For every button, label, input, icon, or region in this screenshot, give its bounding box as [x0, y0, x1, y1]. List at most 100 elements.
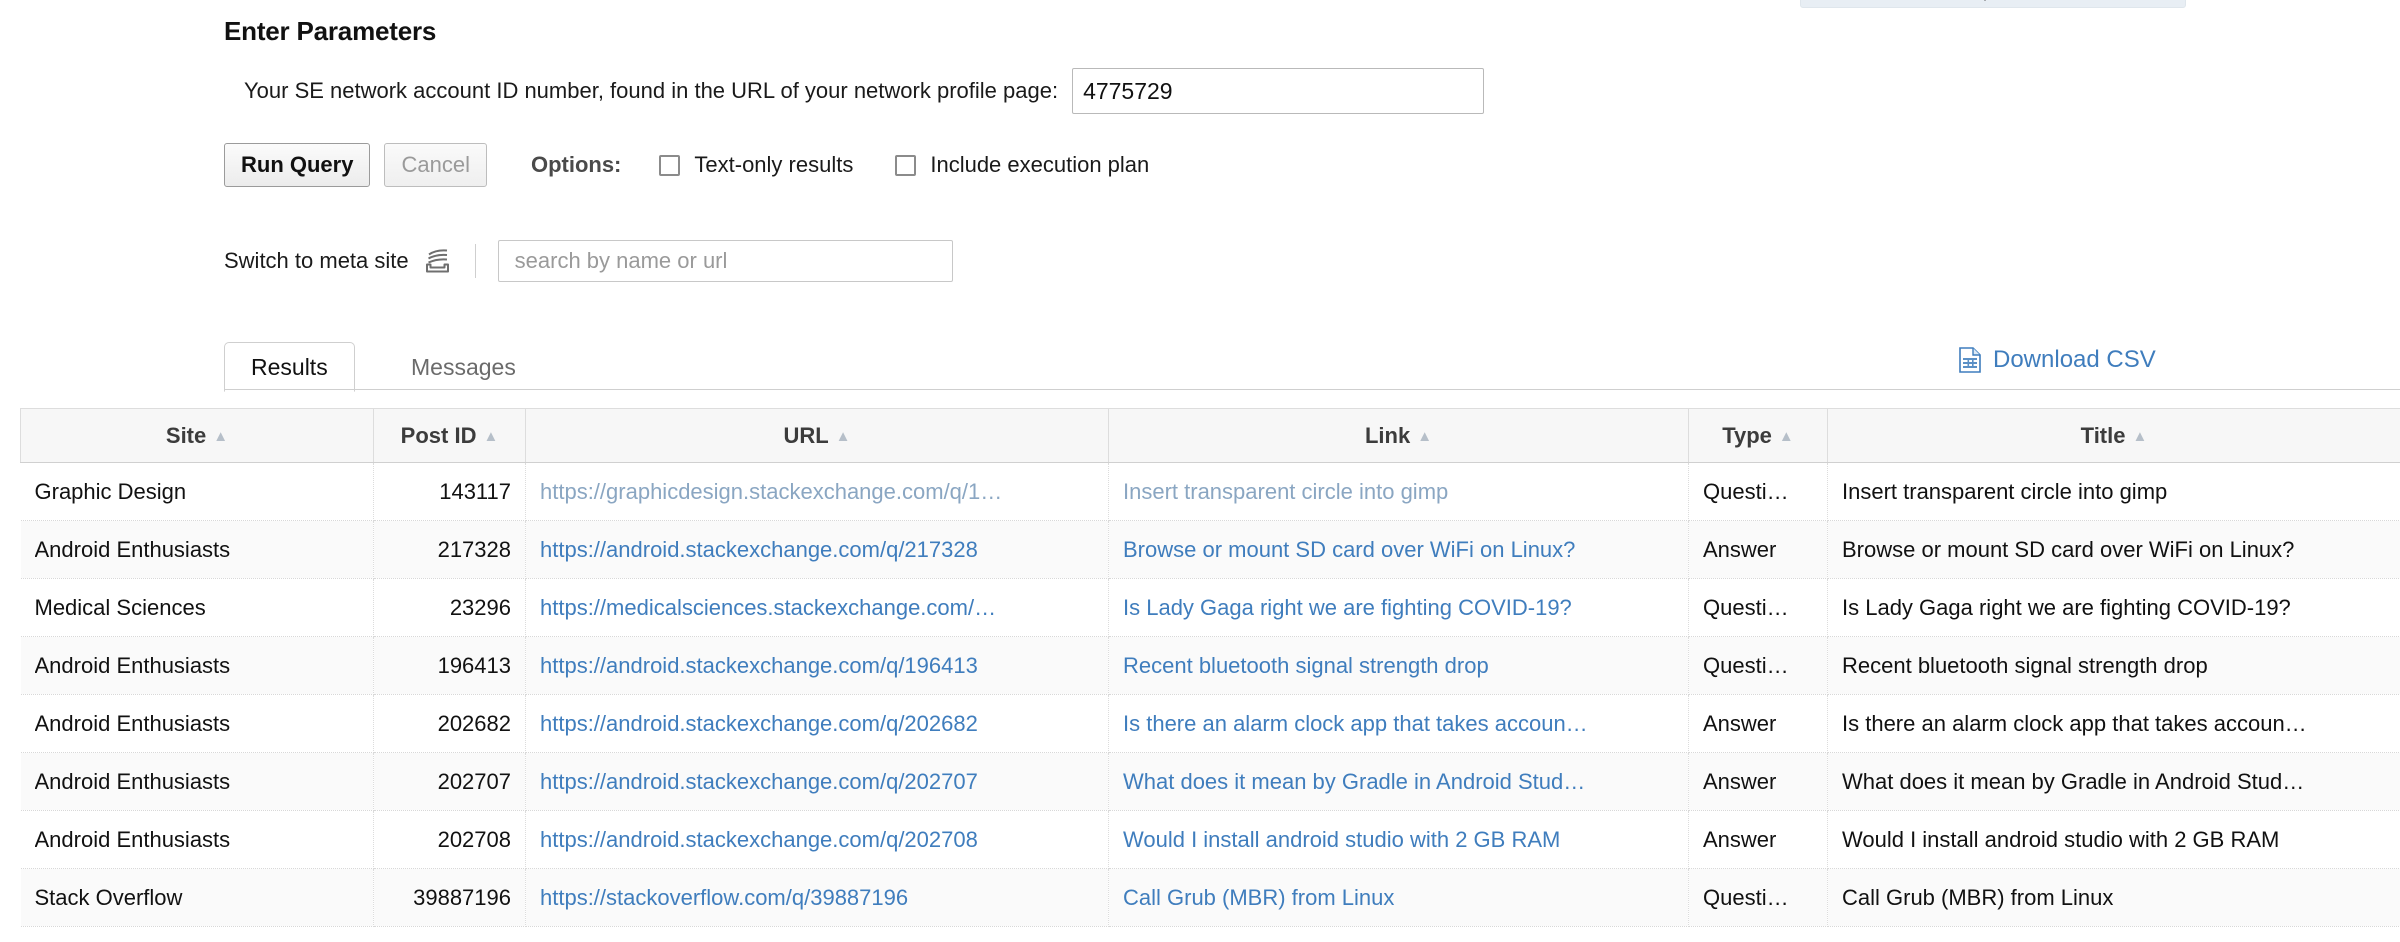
title-text: Recent bluetooth signal strength drop: [1842, 652, 2208, 678]
url-link[interactable]: https://android.stackexchange.com/q/2026…: [540, 711, 1094, 737]
actions-row: Run Query Cancel Options: Text-only resu…: [224, 143, 1149, 187]
cell-post-id: 202708: [373, 810, 526, 869]
tab-messages[interactable]: Messages: [384, 342, 543, 392]
cell-post-id: 202707: [373, 752, 526, 811]
url-link[interactable]: https://android.stackexchange.com/q/2027…: [540, 827, 1094, 853]
cancel-button[interactable]: Cancel: [384, 143, 487, 187]
url-link[interactable]: https://stackoverflow.com/q/39887196: [540, 885, 1094, 911]
cell-site: Android Enthusiasts: [20, 752, 374, 811]
cell-link-title[interactable]: Browse or mount SD card over WiFi on Lin…: [1108, 520, 1689, 579]
page-title: Enter Parameters: [224, 16, 437, 46]
post-link[interactable]: Is there an alarm clock app that takes a…: [1123, 711, 1674, 737]
title-text: Browse or mount SD card over WiFi on Lin…: [1842, 536, 2295, 562]
download-csv-label: Download CSV: [1993, 346, 2156, 373]
column-header-post-id[interactable]: Post ID ▲: [373, 408, 526, 463]
download-csv-link[interactable]: Download CSV: [1959, 346, 2156, 374]
post-link[interactable]: Insert transparent circle into gimp: [1123, 479, 1674, 505]
cell-link-title[interactable]: Call Grub (MBR) from Linux: [1108, 868, 1689, 927]
run-query-button[interactable]: Run Query: [224, 143, 371, 187]
execution-plan-label: Include execution plan: [930, 152, 1150, 177]
sort-asc-icon[interactable]: ▲: [1417, 428, 1432, 445]
option-execution-plan[interactable]: Include execution plan: [895, 152, 1149, 178]
cell-url[interactable]: https://android.stackexchange.com/q/1964…: [525, 636, 1109, 695]
cell-url[interactable]: https://android.stackexchange.com/q/2027…: [525, 810, 1109, 869]
column-header-url[interactable]: URL ▲: [525, 408, 1109, 463]
cell-site: Android Enthusiasts: [20, 810, 374, 869]
tab-results[interactable]: Results: [224, 342, 355, 392]
cell-type: Answer: [1688, 810, 1828, 869]
cell-url[interactable]: https://android.stackexchange.com/q/2026…: [525, 694, 1109, 753]
url-link[interactable]: https://android.stackexchange.com/q/1964…: [540, 653, 1094, 679]
cell-url[interactable]: https://android.stackexchange.com/q/2173…: [525, 520, 1109, 579]
url-link[interactable]: https://android.stackexchange.com/q/2027…: [540, 769, 1094, 795]
cell-url[interactable]: https://graphicdesign.stackexchange.com/…: [525, 462, 1109, 521]
column-header-link[interactable]: Link ▲: [1108, 408, 1689, 463]
cell-type: Questi…: [1688, 868, 1828, 927]
post-link[interactable]: Is Lady Gaga right we are fighting COVID…: [1123, 595, 1674, 621]
sort-asc-icon[interactable]: ▲: [483, 428, 498, 445]
execution-plan-checkbox[interactable]: [895, 154, 917, 176]
cell-link-title[interactable]: Is there an alarm clock app that takes a…: [1108, 694, 1689, 753]
cell-title: Recent bluetooth signal strength drop: [1827, 636, 2400, 695]
cell-type: Answer: [1688, 520, 1828, 579]
url-link[interactable]: https://medicalsciences.stackexchange.co…: [540, 595, 1094, 621]
sort-asc-icon[interactable]: ▲: [213, 428, 228, 445]
column-header-type[interactable]: Type ▲: [1688, 408, 1828, 463]
cell-title: What does it mean by Gradle in Android S…: [1827, 752, 2400, 811]
cell-url[interactable]: https://android.stackexchange.com/q/2027…: [525, 752, 1109, 811]
check-glyph-icon: ✓: [1981, 0, 1994, 6]
cell-link-title[interactable]: Is Lady Gaga right we are fighting COVID…: [1108, 578, 1689, 637]
post-link[interactable]: Browse or mount SD card over WiFi on Lin…: [1123, 537, 1674, 563]
column-header-site[interactable]: Site ▲: [20, 408, 374, 463]
post-link[interactable]: Recent bluetooth signal strength drop: [1123, 653, 1674, 679]
site-name: Stack Overflow: [34, 884, 183, 910]
table-row: Android Enthusiasts 202708 https://android…: [20, 810, 2400, 869]
site-name: Android Enthusiasts: [34, 768, 231, 794]
sort-asc-icon[interactable]: ▲: [836, 428, 851, 445]
column-header-url-label: URL: [783, 422, 829, 448]
option-text-only[interactable]: Text-only results: [659, 152, 853, 178]
column-header-link-label: Link: [1364, 422, 1411, 448]
table-row: Android Enthusiasts 202707 https://android…: [20, 752, 2400, 811]
cell-link-title[interactable]: What does it mean by Gradle in Android S…: [1108, 752, 1689, 811]
text-only-checkbox[interactable]: [659, 154, 681, 176]
post-link[interactable]: Would I install android studio with 2 GB…: [1123, 827, 1674, 853]
post-link[interactable]: Call Grub (MBR) from Linux: [1123, 885, 1674, 911]
column-header-type-label: Type: [1722, 422, 1772, 448]
switch-meta-label: Switch to meta site: [224, 248, 409, 273]
sort-asc-icon[interactable]: ▲: [1779, 428, 1794, 445]
cell-url[interactable]: https://stackoverflow.com/q/39887196: [525, 868, 1109, 927]
table-row: Android Enthusiasts 202682 https://android…: [20, 694, 2400, 753]
title-text: Is there an alarm clock app that takes a…: [1842, 710, 2307, 736]
page-root: ✓ Enter Parameters Your SE network accou…: [0, 0, 2400, 942]
stack-exchange-icon[interactable]: [423, 246, 453, 276]
table-row: Graphic Design 143117 https://graphicdesig…: [20, 462, 2400, 521]
cell-site: Graphic Design: [20, 462, 374, 521]
site-search-input[interactable]: [497, 240, 953, 282]
post-link[interactable]: What does it mean by Gradle in Android S…: [1123, 769, 1674, 795]
url-link[interactable]: https://android.stackexchange.com/q/2173…: [540, 537, 1094, 563]
cell-post-id: 39887196: [373, 868, 526, 927]
cell-link-title[interactable]: Insert transparent circle into gimp: [1108, 462, 1689, 521]
cell-url[interactable]: https://medicalsciences.stackexchange.co…: [525, 578, 1109, 637]
cell-post-id: 217328: [373, 520, 526, 579]
site-name: Android Enthusiasts: [34, 710, 231, 736]
cell-site: Stack Overflow: [20, 868, 374, 927]
results-table-wrapper: Site ▲ Post ID ▲ URL ▲ Link ▲ Type ▲ Title ▲ G…: [20, 408, 2400, 927]
sort-asc-icon[interactable]: ▲: [2132, 428, 2147, 445]
cell-site: Android Enthusiasts: [20, 520, 374, 579]
site-name: Android Enthusiasts: [34, 536, 231, 562]
title-text: Is Lady Gaga right we are fighting COVID…: [1842, 594, 2291, 620]
cell-type: Answer: [1688, 752, 1828, 811]
column-header-title[interactable]: Title ▲: [1827, 408, 2400, 463]
account-id-input[interactable]: [1072, 68, 1485, 114]
cell-site: Medical Sciences: [20, 578, 374, 637]
url-link[interactable]: https://graphicdesign.stackexchange.com/…: [540, 479, 1094, 505]
title-text: What does it mean by Gradle in Android S…: [1842, 768, 2305, 794]
title-text: Call Grub (MBR) from Linux: [1842, 884, 2114, 910]
cell-link-title[interactable]: Recent bluetooth signal strength drop: [1108, 636, 1689, 695]
cell-link-title[interactable]: Would I install android studio with 2 GB…: [1108, 810, 1689, 869]
cell-type: Questi…: [1688, 578, 1828, 637]
parameter-row: Your SE network account ID number, found…: [244, 68, 1485, 114]
tabs-underline: [224, 389, 2400, 390]
